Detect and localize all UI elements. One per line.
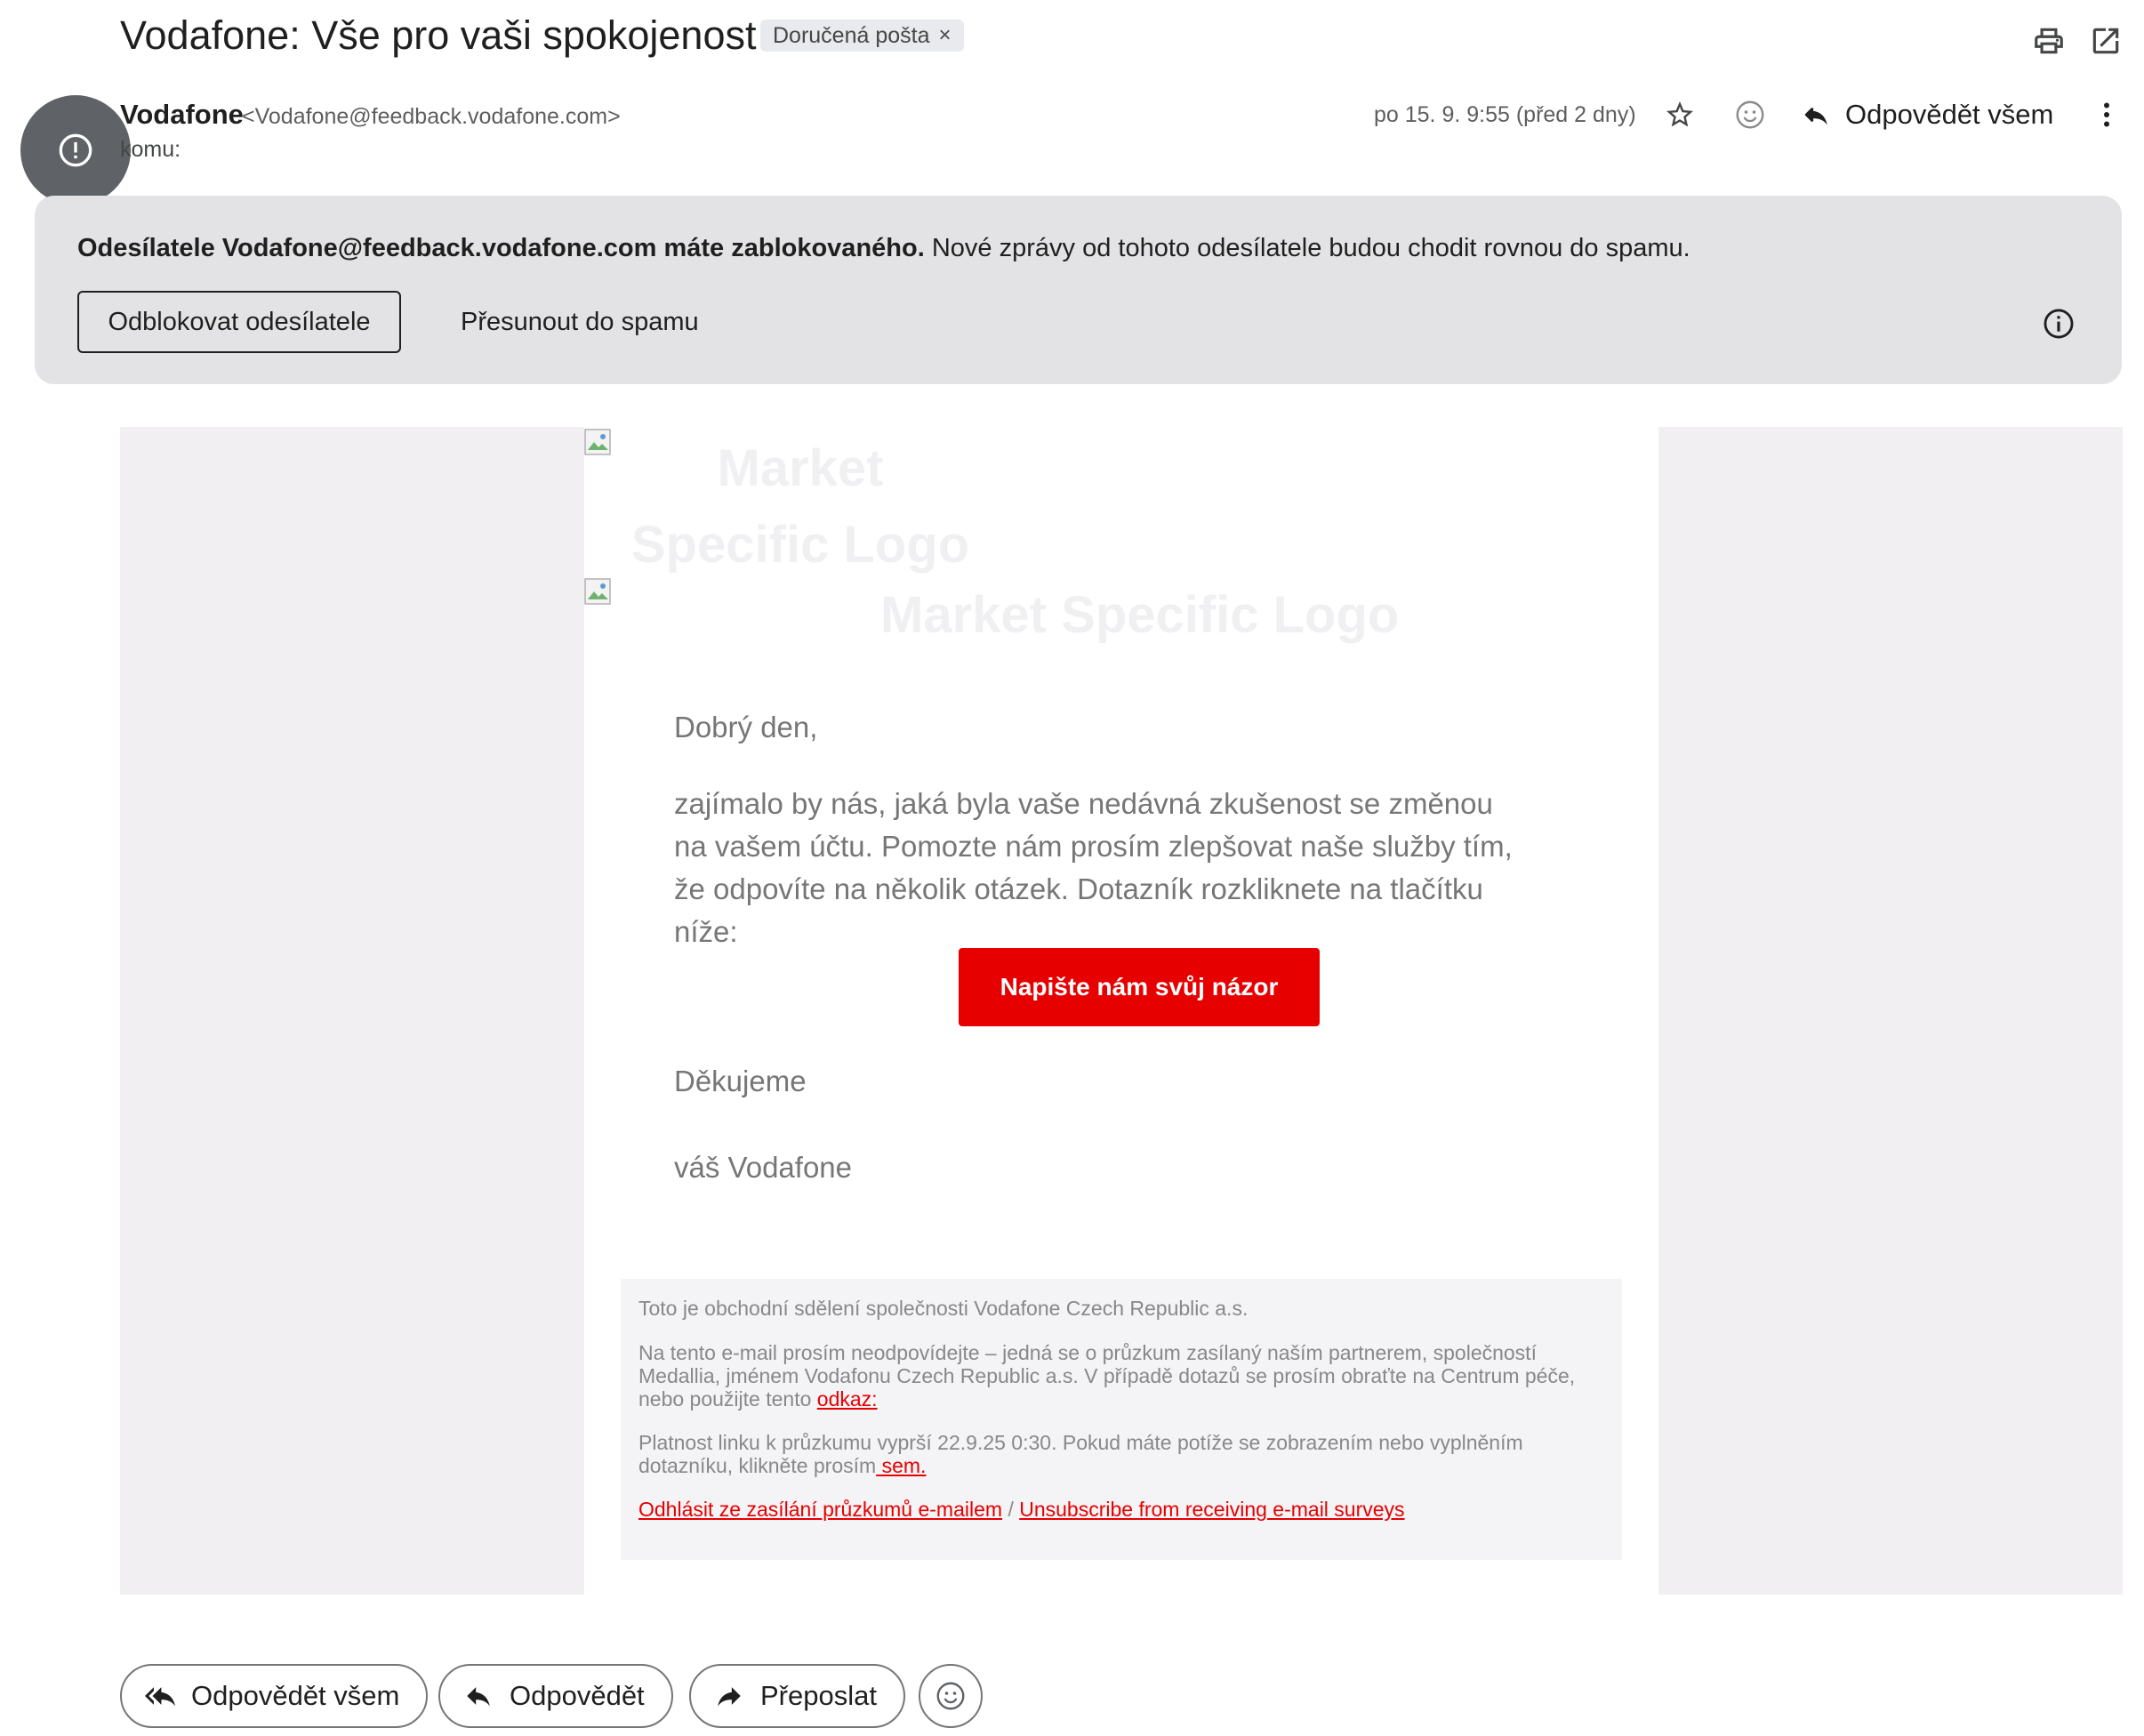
emoji-reaction-button[interactable] (919, 1664, 983, 1728)
forward-button[interactable]: Přeposlat (689, 1664, 905, 1728)
footer-contact-link[interactable]: odkaz: (817, 1387, 878, 1410)
email-signoff: váš Vodafone (674, 1151, 852, 1184)
info-icon[interactable] (2038, 303, 2079, 344)
email-left-margin (120, 427, 584, 1595)
unsubscribe-cz-link[interactable]: Odhlásit ze zasílání průzkumů e-mailem (638, 1498, 1002, 1521)
label-chip-text: Doručená pošta (773, 23, 930, 48)
sender-email: <Vodafone@feedback.vodafone.com> (242, 104, 621, 129)
reply-all-top-label: Odpovědět všem (1845, 99, 2054, 130)
logo-alt-text-2: Market Specific Logo (880, 586, 1400, 644)
logo-alt-text-1: Market Specific Logo (630, 439, 970, 574)
banner-bold-text: Odesílatele Vodafone@feedback.vodafone.c… (77, 234, 925, 262)
reply-icon (463, 1681, 494, 1711)
inbox-label-chip[interactable]: Doručená pošta × (760, 20, 964, 52)
reply-label: Odpovědět (510, 1680, 645, 1711)
blocked-sender-banner (35, 196, 2122, 384)
reply-all-button[interactable]: Odpovědět všem (120, 1664, 429, 1728)
move-to-spam-button[interactable]: Přesunout do spamu (461, 291, 699, 353)
unblock-sender-button[interactable]: Odblokovat odesílatele (77, 291, 401, 353)
footer-info-text: Na tento e-mail prosím neodpovídejte – j… (638, 1341, 1576, 1410)
email-greeting: Dobrý den, (674, 711, 818, 743)
more-vertical-icon[interactable] (2086, 94, 2127, 135)
reply-button[interactable]: Odpovědět (438, 1664, 673, 1728)
reply-all-top-button[interactable]: Odpovědět všem (1801, 94, 2053, 135)
footer-expiry-text: Platnost linku k průzkumu vyprší 22.9.25… (638, 1431, 1523, 1477)
sender-name[interactable]: Vodafone (120, 97, 244, 133)
star-icon[interactable] (1659, 94, 1700, 135)
message-date: po 15. 9. 9:55 (před 2 dny) (1374, 102, 1636, 127)
emoji-icon[interactable] (1730, 94, 1771, 135)
banner-text: Nové zprávy od tohoto odesílatele budou … (924, 234, 1690, 262)
footer-unsubscribe-line: Odhlásit ze zasílání průzkumů e-mailem /… (638, 1498, 1590, 1521)
emoji-icon (935, 1680, 967, 1712)
footer-here-link[interactable]: sem. (876, 1454, 927, 1477)
broken-image-icon (584, 578, 613, 607)
warning-avatar-icon (20, 95, 131, 205)
forward-icon (714, 1681, 744, 1711)
footer-expiry-paragraph: Platnost linku k průzkumu vyprší 22.9.25… (638, 1431, 1590, 1477)
footer-legal-line: Toto je obchodní sdělení společnosti Vod… (638, 1297, 1249, 1320)
email-subject: Vodafone: Vše pro vaši spokojenost (120, 12, 757, 58)
sender-avatar (20, 95, 131, 205)
email-paragraph: zajímalo by nás, jaká byla vaše nedávná … (674, 787, 1513, 948)
email-right-margin (1658, 427, 2123, 1595)
reply-icon (1801, 100, 1831, 130)
footer-info-paragraph: Na tento e-mail prosím neodpovídejte – j… (638, 1341, 1590, 1410)
email-thanks: Děkujeme (674, 1065, 807, 1097)
unsubscribe-separator: / (1002, 1498, 1020, 1521)
banner-message: Odesílatele Vodafone@feedback.vodafone.c… (77, 230, 1690, 266)
remove-label-icon[interactable]: × (939, 20, 952, 52)
feedback-cta-button[interactable]: Napište nám svůj názor (959, 948, 1320, 1026)
open-in-new-window-icon[interactable] (2083, 18, 2129, 64)
recipient-label[interactable]: komu: (120, 133, 181, 165)
reply-all-label: Odpovědět všem (191, 1680, 400, 1711)
reply-all-icon (145, 1681, 175, 1711)
forward-label: Přeposlat (760, 1680, 877, 1711)
print-icon[interactable] (2026, 18, 2072, 64)
broken-image-icon (584, 429, 613, 457)
unsubscribe-en-link[interactable]: Unsubscribe from receiving e-mail survey… (1019, 1498, 1404, 1521)
